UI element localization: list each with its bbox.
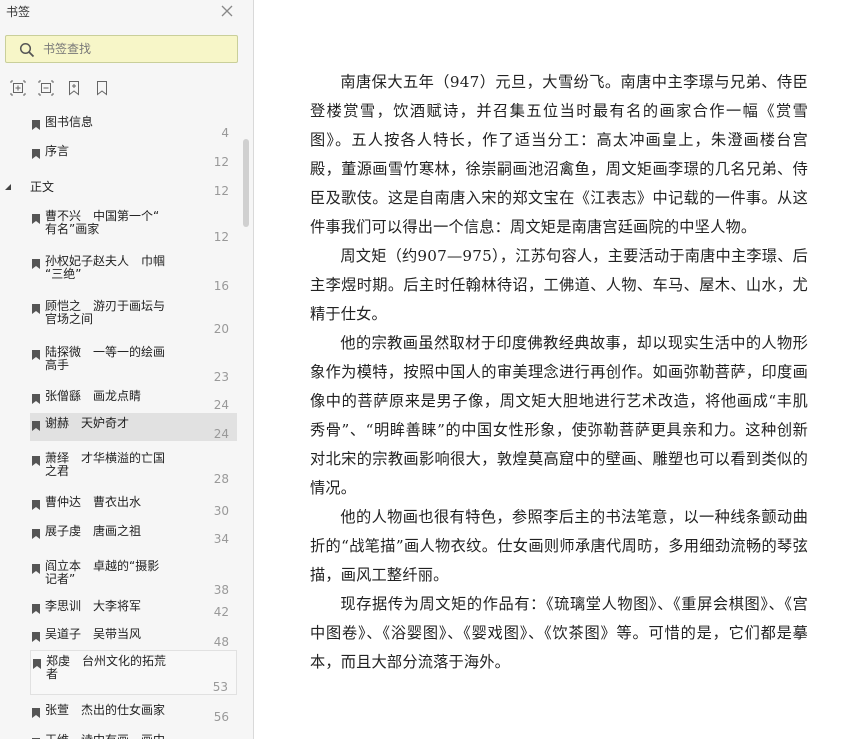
bookmark-page-number: 12	[213, 184, 229, 198]
article-paragraph: 现存据传为周文矩的作品有：《琉璃堂人物图》、《重屏会棋图》、《宫中图卷》、《浴婴…	[310, 595, 808, 671]
bookmark-label: 孙权妃子赵夫人 巾帼 “三绝”	[45, 254, 166, 281]
close-icon[interactable]	[219, 3, 235, 19]
bookmark-item[interactable]: 张僧繇 画龙点睛 24	[30, 386, 237, 412]
bookmark-page-number: 12	[213, 230, 229, 244]
search-icon	[19, 42, 35, 58]
bookmark-icon	[32, 456, 40, 466]
reading-pane: 南唐保大五年（947）元旦，大雪纷飞。南唐中主李璟与兄弟、侍臣登楼赏雪，饮酒赋诗…	[254, 0, 846, 739]
article-body: 南唐保大五年（947）元旦，大雪纷飞。南唐中主李璟与兄弟、侍臣登楼赏雪，饮酒赋诗…	[310, 68, 808, 677]
bookmark-item[interactable]: 展子虔 唐画之祖 34	[30, 521, 237, 547]
bookmark-icon	[32, 421, 40, 431]
bookmark-label: 顾恺之 游刃于画坛与 官场之间	[45, 299, 166, 326]
bookmark-item[interactable]: 曹仲达 曹衣出水 30	[30, 492, 237, 518]
bookmark-label: 阎立本 卓越的“摄影 记者”	[45, 559, 160, 586]
bookmark-item[interactable]: 吴道子 吴带当风 48	[30, 624, 237, 650]
bookmark-page-number: 30	[213, 504, 229, 518]
bookmark-icon	[32, 500, 40, 510]
bookmark-item[interactable]: 谢赫 天妒奇才 24	[30, 413, 237, 441]
bookmark-sidebar: 书签 图书信息4序言12正文12曹不兴 中国第一个“ 有名”画家12孙权妃子赵夫	[0, 0, 254, 739]
bookmark-page-number: 38	[213, 583, 229, 597]
bookmark-icon	[32, 529, 40, 539]
bookmark-icon	[32, 120, 40, 130]
bookmark-label: 曹仲达 曹衣出水	[45, 495, 142, 509]
bookmark-label: 李思训 大李将军	[45, 599, 142, 613]
bookmark-page-number: 28	[213, 472, 229, 486]
bookmark-item[interactable]: 孙权妃子赵夫人 巾帼 “三绝” 16	[30, 251, 237, 293]
bookmark-icon[interactable]	[94, 80, 110, 96]
bookmark-search-box[interactable]	[5, 35, 238, 63]
bookmark-page-number: 23	[213, 370, 229, 384]
bookmark-label: 郑虔 台州文化的拓荒 者	[46, 654, 167, 681]
bookmark-icon	[32, 564, 40, 574]
bookmark-icon	[32, 214, 40, 224]
bookmark-label: 图书信息	[45, 115, 94, 129]
add-bookmark-icon[interactable]	[66, 80, 82, 96]
bookmark-label: 王维 诗中有画，画中	[45, 734, 180, 739]
bookmark-icon	[32, 708, 40, 718]
sidebar-title: 书签	[6, 5, 31, 19]
bookmark-label: 张萱 杰出的仕女画家	[45, 703, 166, 717]
article-paragraph: 他的宗教画虽然取材于印度佛教经典故事，却以现实生活中的人物形象作为模特，按照中国…	[310, 334, 808, 497]
bookmark-label: 张僧繇 画龙点睛	[45, 389, 142, 403]
bookmark-item[interactable]: 图书信息 4	[30, 112, 237, 140]
bookmark-item[interactable]: 萧绎 才华横溢的亡国 之君 28	[30, 448, 237, 488]
article-paragraph: 周文矩（约907—975），江苏句容人，主要活动于南唐中主李璟、后主李煜时期。后…	[310, 247, 808, 323]
bookmark-icon	[32, 350, 40, 360]
bookmark-item[interactable]: 郑虔 台州文化的拓荒 者 53	[30, 650, 237, 695]
bookmark-page-number: 24	[213, 427, 229, 441]
bookmark-label: 陆探微 一等一的绘画 高手	[45, 345, 166, 372]
article-paragraph: 南唐保大五年（947）元旦，大雪纷飞。南唐中主李璟与兄弟、侍臣登楼赏雪，饮酒赋诗…	[310, 73, 808, 236]
collapse-triangle-icon[interactable]	[4, 183, 12, 191]
bookmark-item[interactable]: 王维 诗中有画，画中	[30, 730, 237, 739]
bookmark-search-input[interactable]	[43, 41, 223, 57]
bookmark-page-number: 56	[213, 710, 229, 724]
bookmark-icon	[32, 604, 40, 614]
expand-all-icon[interactable]	[10, 80, 26, 96]
bookmark-item[interactable]: 曹不兴 中国第一个“ 有名”画家 12	[30, 206, 237, 246]
bookmark-icon	[32, 632, 40, 642]
bookmark-label: 谢赫 天妒奇才	[45, 416, 130, 430]
bookmark-page-number: 53	[212, 680, 228, 694]
scrollbar-thumb[interactable]	[243, 139, 249, 227]
bookmark-label: 展子虔 唐画之祖	[45, 524, 142, 538]
bookmark-label: 萧绎 才华横溢的亡国 之君	[45, 451, 166, 478]
bookmark-label: 吴道子 吴带当风	[45, 627, 142, 641]
bookmark-item[interactable]: 顾恺之 游刃于画坛与 官场之间 20	[30, 296, 237, 336]
bookmark-icon	[32, 149, 40, 159]
bookmark-page-number: 24	[213, 398, 229, 412]
bookmark-page-number: 42	[213, 605, 229, 619]
bookmark-item[interactable]: 序言 12	[30, 141, 237, 169]
bookmark-icon	[32, 259, 40, 269]
bookmark-icon	[32, 304, 40, 314]
bookmark-page-number: 4	[221, 126, 229, 140]
bookmark-page-number: 48	[213, 635, 229, 649]
bookmark-page-number: 20	[213, 322, 229, 336]
article-paragraph: 他的人物画也很有特色，参照李后主的书法笔意，以一种线条颤动曲折的“战笔描”画人物…	[310, 508, 808, 584]
bookmark-item[interactable]: 陆探微 一等一的绘画 高手 23	[30, 342, 237, 384]
bookmark-item[interactable]: 阎立本 卓越的“摄影 记者” 38	[30, 556, 237, 597]
collapse-all-icon[interactable]	[38, 80, 54, 96]
bookmark-section-zhengwen[interactable]: 正文 12	[0, 178, 248, 200]
bookmark-icon	[33, 659, 41, 669]
bookmark-label: 曹不兴 中国第一个“ 有名”画家	[45, 209, 160, 236]
bookmark-label: 序言	[45, 144, 70, 158]
bookmark-item[interactable]: 李思训 大李将军 42	[30, 596, 237, 622]
bookmark-item[interactable]: 张萱 杰出的仕女画家 56	[30, 700, 237, 726]
bookmark-section-label: 正文	[30, 180, 55, 194]
bookmark-icon	[32, 394, 40, 404]
bookmark-page-number: 16	[213, 279, 229, 293]
bookmark-page-number: 34	[213, 532, 229, 546]
bookmark-page-number: 12	[213, 155, 229, 169]
